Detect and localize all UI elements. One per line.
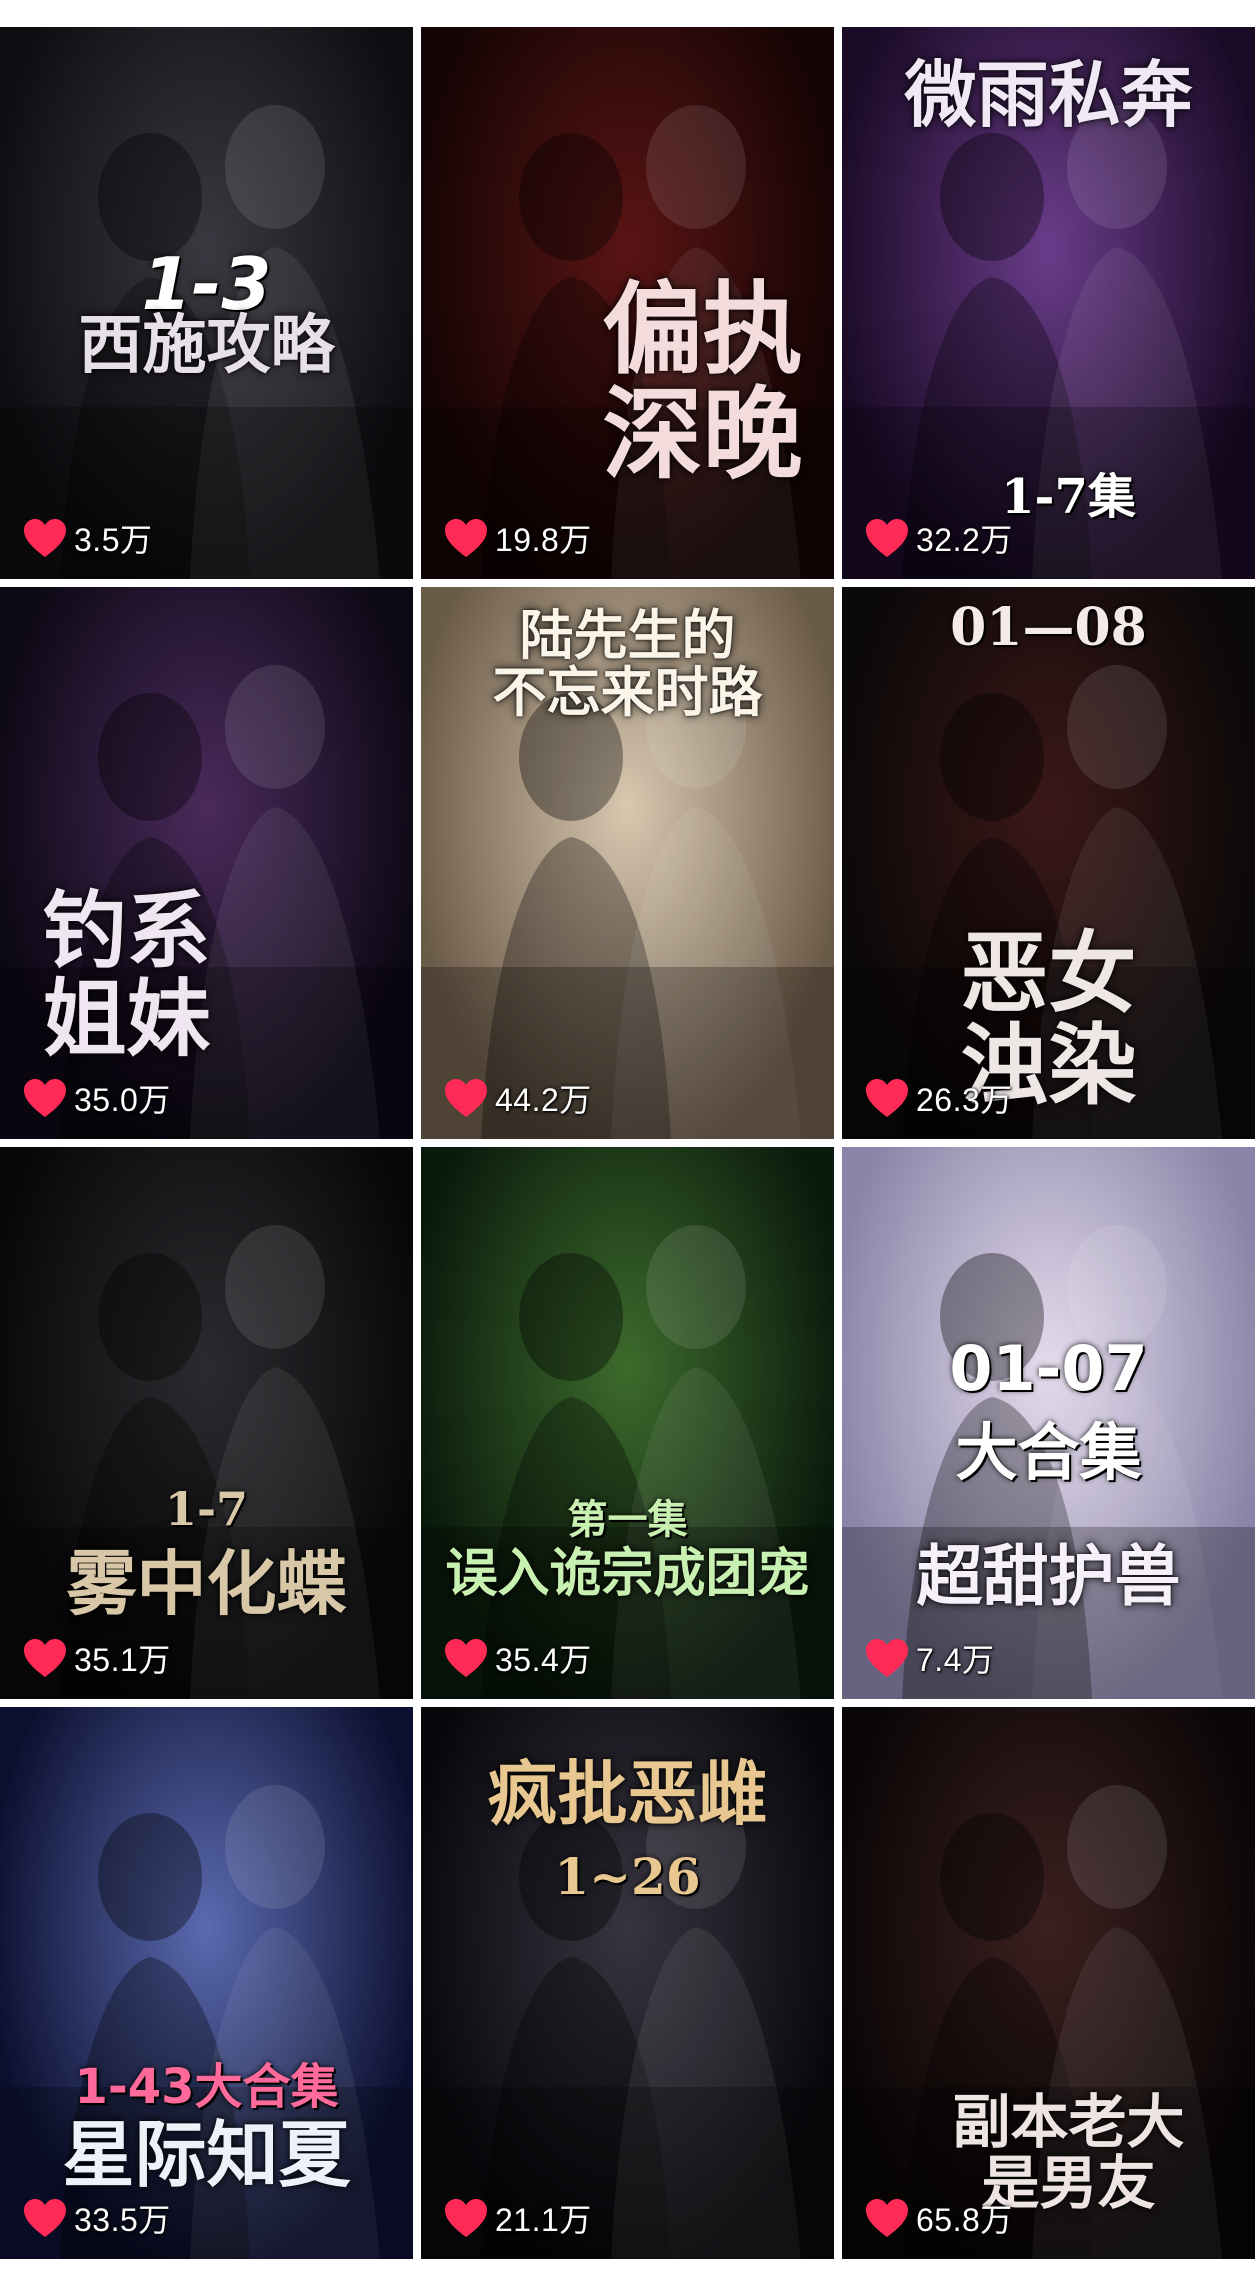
video-card[interactable]: 1-3 西施攻略 3.5万	[0, 27, 413, 579]
cover-artwork	[842, 105, 1255, 579]
like-count-text: 3.5万	[74, 522, 153, 558]
like-count-text: 33.5万	[74, 2202, 171, 2238]
character-head	[225, 1785, 325, 1909]
cover-artwork	[842, 1785, 1255, 2259]
character-head	[1067, 1785, 1167, 1909]
like-count-text: 44.2万	[495, 1082, 592, 1118]
character-head	[225, 105, 325, 229]
cover-artwork	[421, 105, 834, 579]
like-count-text: 35.0万	[74, 1082, 171, 1118]
like-count[interactable]: 3.5万	[22, 515, 153, 561]
heart-icon	[866, 1079, 908, 1117]
character-head	[1067, 1225, 1167, 1349]
character-head	[940, 133, 1044, 261]
heart-icon	[445, 2199, 487, 2237]
cover-image	[421, 587, 834, 1139]
cover-image	[421, 1707, 834, 2259]
heart-icon	[24, 1639, 66, 1677]
like-count[interactable]: 35.1万	[22, 1635, 171, 1681]
like-count[interactable]: 65.8万	[864, 2195, 1013, 2241]
cover-image	[842, 587, 1255, 1139]
heart-icon	[866, 519, 908, 557]
character-head	[940, 1813, 1044, 1941]
like-count[interactable]: 44.2万	[443, 1075, 592, 1121]
character-head	[1067, 665, 1167, 789]
character-head	[1067, 105, 1167, 229]
heart-icon	[866, 2199, 908, 2237]
character-head	[225, 1225, 325, 1349]
cover-artwork	[842, 665, 1255, 1139]
video-grid: 1-3 西施攻略 3.5万 偏执 深晚 19.8万 微雨私奔 1-7集 32.2…	[0, 27, 1260, 2259]
cover-image	[0, 27, 413, 579]
cover-image	[842, 1707, 1255, 2259]
cover-artwork	[421, 1225, 834, 1699]
like-count-text: 35.1万	[74, 1642, 171, 1678]
cover-artwork	[842, 1225, 1255, 1699]
like-count-text: 35.4万	[495, 1642, 592, 1678]
character-head	[940, 693, 1044, 821]
video-card[interactable]: 疯批恶雌 1~26 21.1万	[421, 1707, 834, 2259]
cover-artwork	[0, 1785, 413, 2259]
video-card[interactable]: 01-07 大合集 超甜护兽 7.4万	[842, 1147, 1255, 1699]
character-head	[98, 1253, 202, 1381]
like-count[interactable]: 32.2万	[864, 515, 1013, 561]
cover-image	[421, 1147, 834, 1699]
character-head	[519, 1813, 623, 1941]
character-head	[646, 665, 746, 789]
video-card[interactable]: 01—08 恶女 浊染 26.3万	[842, 587, 1255, 1139]
character-head	[646, 1225, 746, 1349]
video-card[interactable]: 微雨私奔 1-7集 32.2万	[842, 27, 1255, 579]
character-head	[98, 1813, 202, 1941]
character-head	[646, 105, 746, 229]
cover-image	[0, 1707, 413, 2259]
video-card[interactable]: 偏执 深晚 19.8万	[421, 27, 834, 579]
heart-icon	[866, 1639, 908, 1677]
video-card[interactable]: 第一集 误入诡宗成团宠 35.4万	[421, 1147, 834, 1699]
character-head	[98, 693, 202, 821]
like-count[interactable]: 7.4万	[864, 1635, 995, 1681]
cover-image	[421, 27, 834, 579]
character-head	[646, 1785, 746, 1909]
cover-image	[0, 1147, 413, 1699]
like-count-text: 32.2万	[916, 522, 1013, 558]
character-head	[225, 665, 325, 789]
character-head	[519, 693, 623, 821]
heart-icon	[445, 1079, 487, 1117]
like-count-text: 7.4万	[916, 1642, 995, 1678]
heart-icon	[24, 2199, 66, 2237]
cover-image	[842, 27, 1255, 579]
video-card[interactable]: 陆先生的 不忘来时路 44.2万	[421, 587, 834, 1139]
video-card[interactable]: 1-7 雾中化蝶 35.1万	[0, 1147, 413, 1699]
cover-artwork	[421, 1785, 834, 2259]
video-card[interactable]: 1-43大合集 星际知夏 33.5万	[0, 1707, 413, 2259]
cover-artwork	[421, 665, 834, 1139]
like-count-text: 26.3万	[916, 1082, 1013, 1118]
character-head	[98, 133, 202, 261]
video-card[interactable]: 副本老大 是男友 65.8万	[842, 1707, 1255, 2259]
like-count[interactable]: 35.4万	[443, 1635, 592, 1681]
heart-icon	[445, 1639, 487, 1677]
like-count-text: 65.8万	[916, 2202, 1013, 2238]
like-count[interactable]: 26.3万	[864, 1075, 1013, 1121]
like-count[interactable]: 21.1万	[443, 2195, 592, 2241]
like-count[interactable]: 35.0万	[22, 1075, 171, 1121]
heart-icon	[24, 1079, 66, 1117]
like-count[interactable]: 19.8万	[443, 515, 592, 561]
heart-icon	[445, 519, 487, 557]
like-count-text: 19.8万	[495, 522, 592, 558]
cover-image	[842, 1147, 1255, 1699]
cover-artwork	[0, 105, 413, 579]
cover-artwork	[0, 1225, 413, 1699]
cover-image	[0, 587, 413, 1139]
character-head	[940, 1253, 1044, 1381]
cover-artwork	[0, 665, 413, 1139]
like-count-text: 21.1万	[495, 2202, 592, 2238]
video-card[interactable]: 钓系 姐妹 35.0万	[0, 587, 413, 1139]
character-head	[519, 133, 623, 261]
character-head	[519, 1253, 623, 1381]
heart-icon	[24, 519, 66, 557]
like-count[interactable]: 33.5万	[22, 2195, 171, 2241]
